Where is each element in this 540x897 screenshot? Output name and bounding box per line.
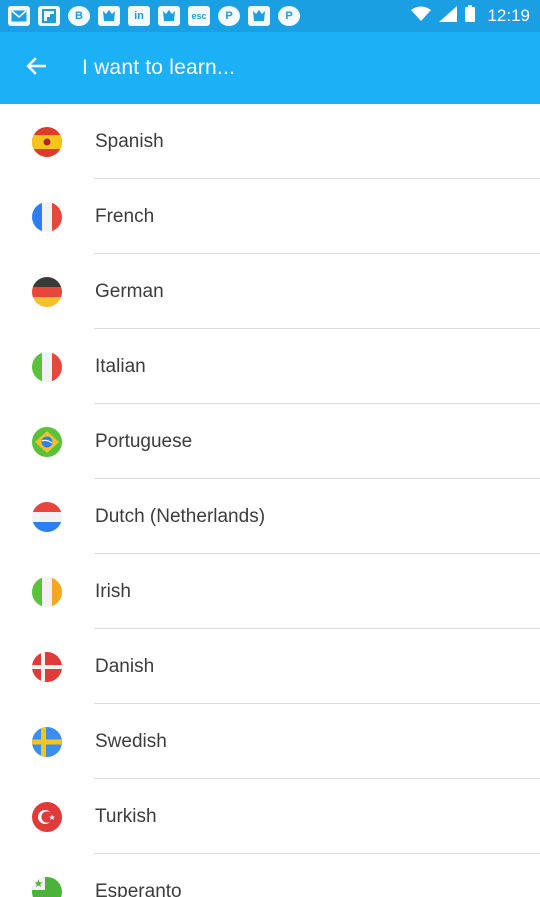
- turkey-flag-icon: [32, 802, 62, 832]
- language-label: Irish: [95, 581, 131, 602]
- bitcoin-icon: B: [68, 6, 90, 26]
- mail-icon: [8, 6, 30, 26]
- language-label: French: [95, 206, 155, 227]
- netherlands-flag-icon: [32, 502, 62, 532]
- language-item-swedish[interactable]: Swedish: [0, 704, 540, 779]
- language-item-turkish[interactable]: Turkish: [0, 779, 540, 854]
- language-item-portuguese[interactable]: Portuguese: [0, 404, 540, 479]
- germany-flag-icon: [32, 277, 62, 307]
- battery-icon: [465, 5, 476, 27]
- page-title: I want to learn...: [82, 56, 236, 79]
- france-flag-icon: [32, 202, 62, 232]
- esperanto-flag-icon: [32, 877, 62, 897]
- brazil-flag-icon: [32, 427, 62, 457]
- language-item-german[interactable]: German: [0, 254, 540, 329]
- system-icons: 12:19: [411, 5, 530, 27]
- language-list: Spanish French German Italian Portuguese: [0, 104, 540, 897]
- language-item-irish[interactable]: Irish: [0, 554, 540, 629]
- language-label: Dutch (Netherlands): [95, 506, 266, 527]
- language-item-dutch[interactable]: Dutch (Netherlands): [0, 479, 540, 554]
- game-icon: [248, 6, 270, 26]
- clock: 12:19: [487, 6, 530, 25]
- italy-flag-icon: [32, 352, 62, 382]
- language-label: Portuguese: [95, 431, 193, 452]
- back-button[interactable]: [14, 46, 58, 90]
- app-bar: I want to learn...: [0, 32, 540, 104]
- spain-flag-icon: [32, 127, 62, 157]
- pinterest-icon: P: [218, 6, 240, 26]
- language-label: Esperanto: [95, 881, 182, 897]
- denmark-flag-icon: [32, 652, 62, 682]
- language-item-italian[interactable]: Italian: [0, 329, 540, 404]
- language-item-spanish[interactable]: Spanish: [0, 104, 540, 179]
- game-icon: [98, 6, 120, 26]
- sweden-flag-icon: [32, 727, 62, 757]
- arrow-back-icon: [26, 56, 47, 80]
- language-label: Spanish: [95, 131, 164, 152]
- language-label: German: [95, 281, 164, 302]
- language-label: Danish: [95, 656, 155, 677]
- esc-icon: esc: [188, 6, 210, 26]
- language-label: Turkish: [95, 806, 157, 827]
- language-label: Italian: [95, 356, 146, 377]
- game-icon: [158, 6, 180, 26]
- flipboard-icon: [38, 6, 60, 26]
- linkedin-icon: in: [128, 6, 150, 26]
- signal-icon: [439, 5, 458, 27]
- wifi-icon: [411, 6, 432, 27]
- language-item-danish[interactable]: Danish: [0, 629, 540, 704]
- notification-icons: B in esc P P: [8, 5, 300, 27]
- pinterest-icon: P: [278, 6, 300, 26]
- ireland-flag-icon: [32, 577, 62, 607]
- language-item-french[interactable]: French: [0, 179, 540, 254]
- status-bar: B in esc P P 12:19: [0, 0, 540, 32]
- language-label: Swedish: [95, 731, 167, 752]
- language-item-esperanto[interactable]: Esperanto: [0, 854, 540, 897]
